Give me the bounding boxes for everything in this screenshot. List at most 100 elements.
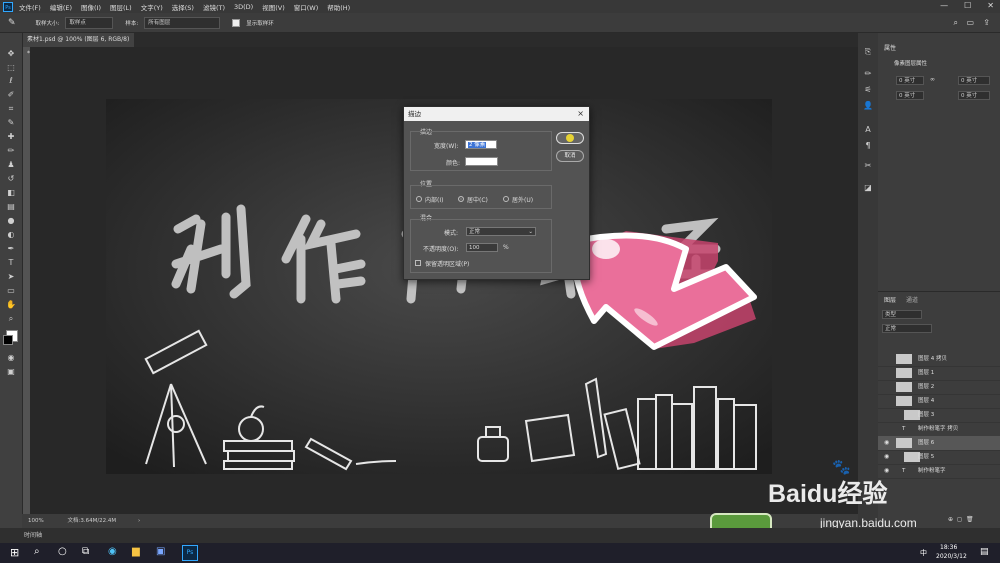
layer-row[interactable]: 图层 2 <box>878 380 1000 395</box>
menu-file[interactable]: 文件(F) <box>19 2 41 12</box>
background-color-swatch[interactable] <box>3 335 13 345</box>
show-ring-checkbox[interactable] <box>232 18 241 27</box>
screen-mode-icon[interactable]: ▣ <box>6 367 16 376</box>
marquee-tool-icon[interactable]: ⬚ <box>6 63 16 72</box>
menu-edit[interactable]: 编辑(E) <box>50 2 72 12</box>
task-view-icon[interactable]: ⧉ <box>82 546 89 557</box>
stamp-tool-icon[interactable]: ♟ <box>6 160 16 169</box>
layer-actions-icons[interactable]: ⊕◻🗑 <box>948 516 978 523</box>
document-tab[interactable]: 素材1.psd @ 100% (图层 6, RGB/8) * × <box>22 33 134 57</box>
lasso-tool-icon[interactable]: ℓ <box>6 76 16 85</box>
menu-image[interactable]: 图像(I) <box>81 2 101 12</box>
layer-filter-select[interactable]: 类型 <box>882 310 922 319</box>
link-icon[interactable]: ∞ <box>930 76 935 83</box>
gradient-tool-icon[interactable]: ▤ <box>6 202 16 211</box>
width-field[interactable]: 0 英寸 <box>896 76 924 85</box>
quick-select-tool-icon[interactable]: ✐ <box>6 90 16 99</box>
dodge-tool-icon[interactable]: ◐ <box>6 230 16 239</box>
clock-date[interactable]: 2020/3/12 <box>936 553 967 560</box>
cancel-button[interactable]: 取消 <box>556 150 584 162</box>
path-select-tool-icon[interactable]: ➤ <box>6 272 16 281</box>
type-panel-icon[interactable]: A <box>863 125 873 134</box>
eye-icon[interactable]: ◉ <box>884 436 889 450</box>
eyedropper-icon[interactable]: ✎ <box>8 18 16 28</box>
search-icon[interactable]: ⌕ <box>954 18 958 28</box>
layers-tab[interactable]: 图层 <box>884 295 896 304</box>
brush-panel-icon[interactable]: ✏ <box>863 69 873 78</box>
menu-view[interactable]: 视图(V) <box>262 2 285 12</box>
sample-size-select[interactable]: 取样点 <box>65 16 114 29</box>
workspace-icon[interactable]: ▭ <box>966 18 974 27</box>
dialog-close-icon[interactable]: × <box>577 107 584 121</box>
layer-row[interactable]: 图层 4 拷贝 <box>878 352 1000 367</box>
channels-tab[interactable]: 通道 <box>906 295 918 304</box>
preserve-transparency-checkbox[interactable] <box>415 260 421 266</box>
inside-radio[interactable] <box>416 196 422 202</box>
sample-select[interactable]: 所有图层 <box>144 16 221 29</box>
blur-tool-icon[interactable]: ● <box>6 216 16 225</box>
center-radio[interactable] <box>458 196 464 202</box>
menu-help[interactable]: 帮助(H) <box>327 2 350 12</box>
timeline-tab[interactable]: 时间轴 <box>24 532 42 539</box>
layer-row[interactable]: T 制作粉笔字 拷贝 <box>878 422 1000 437</box>
notification-icon[interactable]: ▤ <box>980 547 989 557</box>
type-tool-icon[interactable]: T <box>6 258 16 267</box>
minimize-button[interactable]: — <box>940 1 948 10</box>
search-icon[interactable]: ⌕ <box>34 546 40 557</box>
share-icon[interactable]: ⇪ <box>983 18 990 27</box>
character-panel-icon[interactable]: 👤 <box>863 101 873 110</box>
layer-row[interactable]: 图层 3 <box>878 408 1000 423</box>
app-icon[interactable]: ▣ <box>156 546 165 557</box>
opacity-input[interactable]: 100 <box>466 243 498 252</box>
paragraph-panel-icon[interactable]: ¶ <box>863 141 873 150</box>
properties-tab[interactable]: 属性 <box>884 43 896 52</box>
status-arrow-icon[interactable]: › <box>138 518 140 524</box>
move-tool-icon[interactable]: ✥ <box>6 49 16 58</box>
layer-row[interactable]: 图层 4 <box>878 394 1000 409</box>
quick-mask-icon[interactable]: ◉ <box>6 353 16 362</box>
eyedropper-tool-icon[interactable]: ✎ <box>6 118 16 127</box>
x-field[interactable]: 0 英寸 <box>896 91 924 100</box>
menu-filter[interactable]: 滤镜(T) <box>203 2 225 12</box>
maximize-button[interactable]: ☐ <box>964 1 971 10</box>
eraser-tool-icon[interactable]: ◧ <box>6 188 16 197</box>
height-field[interactable]: 0 英寸 <box>958 76 990 85</box>
windows-start-icon[interactable]: ⊞ <box>10 546 19 559</box>
brush-tool-icon[interactable]: ✏ <box>6 146 16 155</box>
menu-type[interactable]: 文字(Y) <box>141 2 163 12</box>
menu-window[interactable]: 窗口(W) <box>294 2 319 12</box>
color-swatch[interactable] <box>465 157 498 166</box>
menu-select[interactable]: 选择(S) <box>172 2 194 12</box>
menu-3d[interactable]: 3D(D) <box>234 3 253 11</box>
outside-radio[interactable] <box>503 196 509 202</box>
stroke-dialog: 描边 × 描边 宽度(W): 2 像素 颜色: 位置 内部(I) 居中(C) 居… <box>403 106 590 280</box>
crop-tool-icon[interactable]: ⌗ <box>6 104 16 113</box>
y-field[interactable]: 0 英寸 <box>958 91 990 100</box>
clock-time[interactable]: 18:36 <box>940 544 957 551</box>
shape-tool-icon[interactable]: ▭ <box>6 286 16 295</box>
zoom-tool-icon[interactable]: ⌕ <box>6 314 16 323</box>
menu-layer[interactable]: 图层(L) <box>110 2 132 12</box>
photoshop-taskbar-icon[interactable]: Ps <box>182 545 198 561</box>
browser-icon[interactable]: ◉ <box>108 546 117 557</box>
healing-tool-icon[interactable]: ✚ <box>6 132 16 141</box>
document-size[interactable]: 文档:3.64M/22.4M <box>67 518 116 524</box>
file-explorer-icon[interactable]: ▆ <box>132 546 140 557</box>
adjustments-panel-icon[interactable]: ⚟ <box>863 85 873 94</box>
pen-tool-icon[interactable]: ✒ <box>6 244 16 253</box>
history-brush-icon[interactable]: ↺ <box>6 174 16 183</box>
ime-indicator[interactable]: 中 <box>920 548 927 558</box>
width-input[interactable]: 2 像素 <box>465 140 497 149</box>
zoom-level[interactable]: 100% <box>28 518 44 524</box>
layer-row-selected[interactable]: ◉ 图层 6 <box>878 436 1000 451</box>
tools-panel-icon[interactable]: ✂ <box>863 161 873 170</box>
mode-select[interactable]: 正常 ⌄ <box>466 227 536 236</box>
history-panel-icon[interactable]: ⎘ <box>863 47 873 56</box>
hand-tool-icon[interactable]: ✋ <box>6 300 16 309</box>
layer-row[interactable]: 图层 1 <box>878 366 1000 381</box>
close-button[interactable]: ✕ <box>987 1 994 10</box>
cortana-icon[interactable]: ○ <box>58 546 67 557</box>
swatches-panel-icon[interactable]: ◪ <box>863 183 873 192</box>
ok-button[interactable]: 确定 <box>556 132 584 144</box>
layer-blend-select[interactable]: 正常 <box>882 324 932 333</box>
